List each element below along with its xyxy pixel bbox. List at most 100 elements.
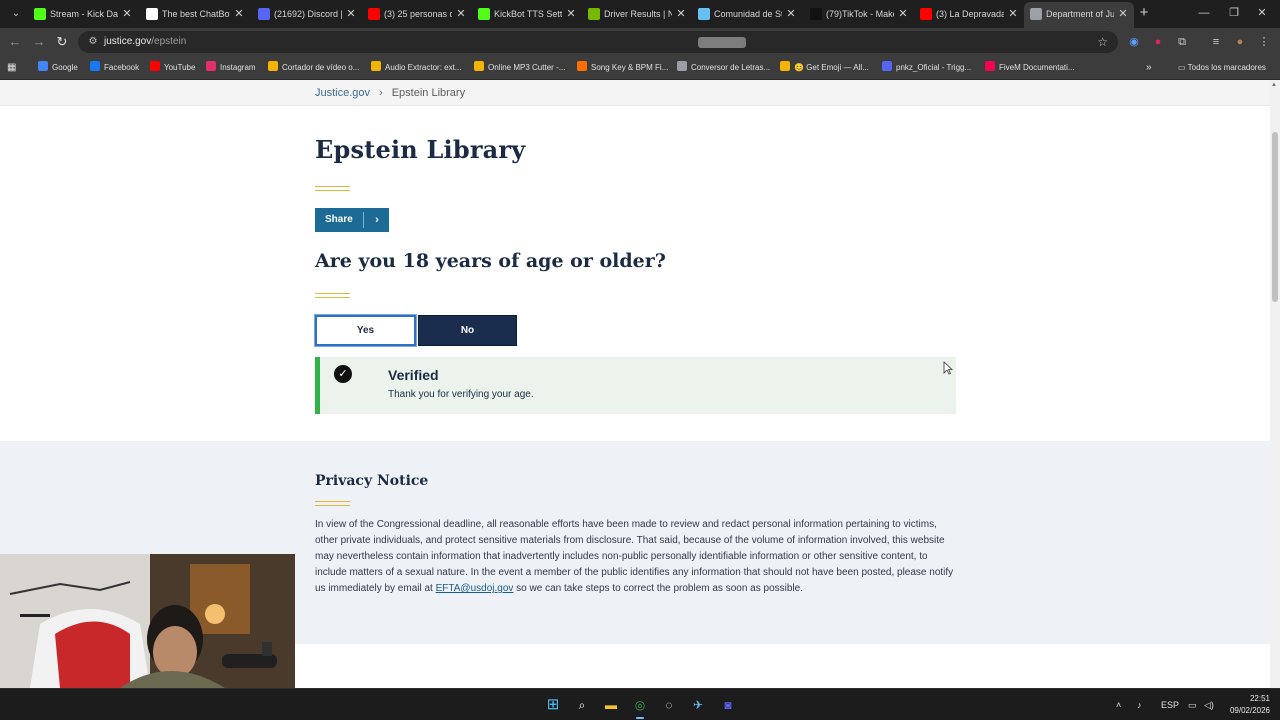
bookmark-item[interactable]: Google (38, 61, 78, 75)
chevron-right-icon: › (375, 214, 379, 226)
microphone-icon[interactable]: ♪ (1137, 697, 1142, 713)
address-bar[interactable]: ⚙ justice.gov/epstein ☆ (78, 31, 1118, 53)
reload-icon[interactable]: ↻ (53, 33, 71, 51)
browser-tab[interactable]: (79)TikTok - Make ✕ (804, 2, 914, 26)
extension-red-icon[interactable]: ● (1150, 33, 1166, 51)
menu-kebab-icon[interactable]: ⋮ (1256, 33, 1272, 51)
tab-title: (79)TikTok - Make (826, 9, 894, 19)
tab-favicon-icon (1030, 8, 1042, 20)
restore-icon[interactable]: ❐ (1224, 4, 1244, 22)
bookmark-item[interactable]: Conversor de Letras... (677, 61, 770, 75)
bookmark-favicon-icon (371, 61, 381, 71)
browser-tab[interactable]: KickBot TTS Settin ✕ (472, 2, 582, 26)
tab-close-icon[interactable]: ✕ (674, 2, 688, 26)
browser-tab[interactable]: The best ChatBot ✕ (140, 2, 250, 26)
new-tab-plus-icon[interactable]: + (1136, 4, 1152, 24)
bookmark-favicon-icon (677, 61, 687, 71)
scroll-thumb[interactable] (1272, 132, 1278, 302)
url-text[interactable]: justice.gov/epstein (104, 31, 186, 53)
breadcrumb-home-link[interactable]: Justice.gov (315, 87, 370, 99)
webcam-image (0, 554, 295, 688)
browser-tab[interactable]: (3) 25 personas d ✕ (362, 2, 472, 26)
extension-icon[interactable]: ◉ (1126, 33, 1142, 51)
page-scrollbar[interactable]: ▲ (1270, 80, 1280, 688)
bookmark-item[interactable]: FiveM Documentati... (985, 61, 1075, 75)
media-control-icon[interactable]: ≡ (1208, 33, 1224, 51)
bookmark-favicon-icon (268, 61, 278, 71)
alert-heading: Verified (388, 367, 439, 383)
bookmark-label: Online MP3 Cutter -... (488, 63, 566, 72)
extensions-puzzle-icon[interactable]: ⧉ (1174, 33, 1190, 51)
tab-title: KickBot TTS Settin (494, 9, 562, 19)
email-link[interactable]: EFTA@usdoj.gov (436, 583, 514, 594)
tab-close-icon[interactable]: ✕ (454, 2, 468, 26)
file-explorer-icon[interactable]: ▬ (601, 695, 621, 715)
share-label: Share (325, 214, 353, 225)
breadcrumb-chevron-icon: › (379, 87, 383, 99)
tab-close-icon[interactable]: ✕ (1116, 2, 1130, 26)
bookmark-item[interactable]: Song Key & BPM Fi... (577, 61, 668, 75)
yes-button[interactable]: Yes (315, 315, 416, 346)
tab-title: Comunidad de St (714, 9, 782, 19)
bookmark-item[interactable]: pnkz_Oficial - Trigg... (882, 61, 971, 75)
bookmark-label: Audio Extractor: ext... (385, 63, 462, 72)
close-window-icon[interactable]: ✕ (1252, 4, 1272, 22)
all-bookmarks-folder[interactable]: ▭ Todos los marcadores (1178, 61, 1266, 75)
apps-grid-icon[interactable]: ▦ (7, 61, 16, 75)
bookmark-item[interactable]: Cortador de vídeo o... (268, 61, 359, 75)
obs-icon[interactable]: ◌ (659, 695, 679, 715)
tab-title: Stream - Kick Das (50, 9, 118, 19)
browser-tab[interactable]: (3) La Depravada ✕ (914, 2, 1024, 26)
no-button[interactable]: No (418, 315, 517, 346)
network-icon[interactable]: ▭ (1188, 697, 1197, 713)
browser-tab[interactable]: (21692) Discord | ✕ (252, 2, 362, 26)
clock[interactable]: 22:51 09/02/2026 (1226, 693, 1270, 717)
bookmark-item[interactable]: Online MP3 Cutter -... (474, 61, 565, 75)
bookmark-item[interactable]: YouTube (150, 61, 195, 75)
forward-icon[interactable]: → (30, 33, 48, 51)
browser-tab[interactable]: Department of Ju ✕ (1024, 2, 1134, 28)
privacy-text-end: so we can take steps to correct the prob… (513, 583, 803, 594)
bookmark-item[interactable]: 😊 Get Emoji — All... (780, 61, 869, 75)
more-bookmarks-chevron-icon[interactable]: » (1146, 61, 1152, 75)
share-button[interactable]: Share › (315, 208, 389, 232)
language-indicator[interactable]: ESP (1161, 697, 1179, 713)
share-divider (363, 212, 364, 228)
volume-icon[interactable]: ◁) (1204, 697, 1214, 713)
bookmark-item[interactable]: Instagram (206, 61, 256, 75)
back-icon[interactable]: ← (6, 33, 24, 51)
tab-title: (3) La Depravada (936, 9, 1004, 19)
tab-close-icon[interactable]: ✕ (784, 2, 798, 26)
bookmark-item[interactable]: Facebook (90, 61, 139, 75)
bookmark-favicon-icon (985, 61, 995, 71)
profile-avatar[interactable]: ● (1232, 33, 1248, 51)
minimize-icon[interactable]: — (1194, 4, 1214, 22)
tab-close-icon[interactable]: ✕ (1006, 2, 1020, 26)
bookmark-star-icon[interactable]: ☆ (1097, 31, 1108, 53)
tab-close-icon[interactable]: ✕ (232, 2, 246, 26)
windows-start-icon[interactable]: ⊞ (543, 695, 563, 715)
discord-icon[interactable]: ◙ (718, 695, 738, 715)
check-circle-icon: ✓ (334, 365, 352, 383)
scroll-up-arrow-icon[interactable]: ▲ (1271, 82, 1277, 88)
steam-icon[interactable]: ✈ (688, 695, 708, 715)
privacy-heading: Privacy Notice (315, 473, 429, 489)
tab-close-icon[interactable]: ✕ (896, 2, 910, 26)
site-info-icon[interactable]: ⚙ (86, 35, 100, 49)
tab-search-chevron-icon[interactable]: ⌄ (6, 5, 26, 23)
browser-tab[interactable]: Stream - Kick Das ✕ (28, 2, 138, 26)
age-question: Are you 18 years of age or older? (315, 250, 666, 272)
tab-close-icon[interactable]: ✕ (344, 2, 358, 26)
search-icon[interactable]: ⌕ (572, 695, 592, 715)
chrome-icon[interactable]: ◎ (630, 695, 650, 719)
browser-tab[interactable]: Driver Results | N ✕ (582, 2, 692, 26)
browser-tab[interactable]: Comunidad de St ✕ (692, 2, 802, 26)
bookmark-item[interactable]: Audio Extractor: ext... (371, 61, 461, 75)
tab-title: Driver Results | N (604, 9, 672, 19)
tab-close-icon[interactable]: ✕ (120, 2, 134, 26)
tab-close-icon[interactable]: ✕ (564, 2, 578, 26)
tab-title: Department of Ju (1046, 9, 1114, 19)
bookmark-favicon-icon (882, 61, 892, 71)
tray-chevron-icon[interactable]: ˄ (1116, 697, 1121, 713)
tab-favicon-icon (34, 8, 46, 20)
